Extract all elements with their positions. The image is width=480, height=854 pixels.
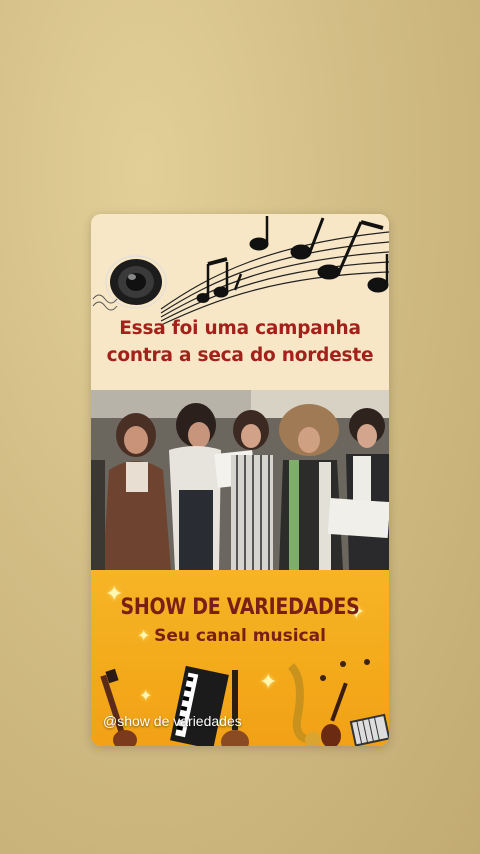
- post-caption: Essa foi uma campanha contra a seca do n…: [91, 315, 389, 369]
- keyboard-icon: [170, 665, 229, 746]
- saxophone-icon: [287, 663, 321, 746]
- channel-handle: @show de variedades: [103, 713, 242, 729]
- channel-banner: ✦ ✦ ✦ ✦ ✦ SHOW DE VARIEDADES Seu canal m…: [91, 570, 389, 746]
- singers-scene-image: [91, 390, 389, 570]
- caption-line-1: Essa foi uma campanha: [119, 318, 361, 339]
- caption-line-2: contra a seca do nordeste: [106, 345, 374, 366]
- violin-icon: [321, 682, 348, 746]
- caption-header: Essa foi uma campanha contra a seca do n…: [91, 214, 389, 390]
- post-card[interactable]: Essa foi uma campanha contra a seca do n…: [91, 214, 389, 746]
- story-background: { "post": { "caption_line1": "Essa foi u…: [0, 0, 480, 854]
- speaker-icon: [105, 255, 167, 309]
- guitar-icon: [100, 668, 137, 746]
- video-frame[interactable]: [91, 390, 389, 570]
